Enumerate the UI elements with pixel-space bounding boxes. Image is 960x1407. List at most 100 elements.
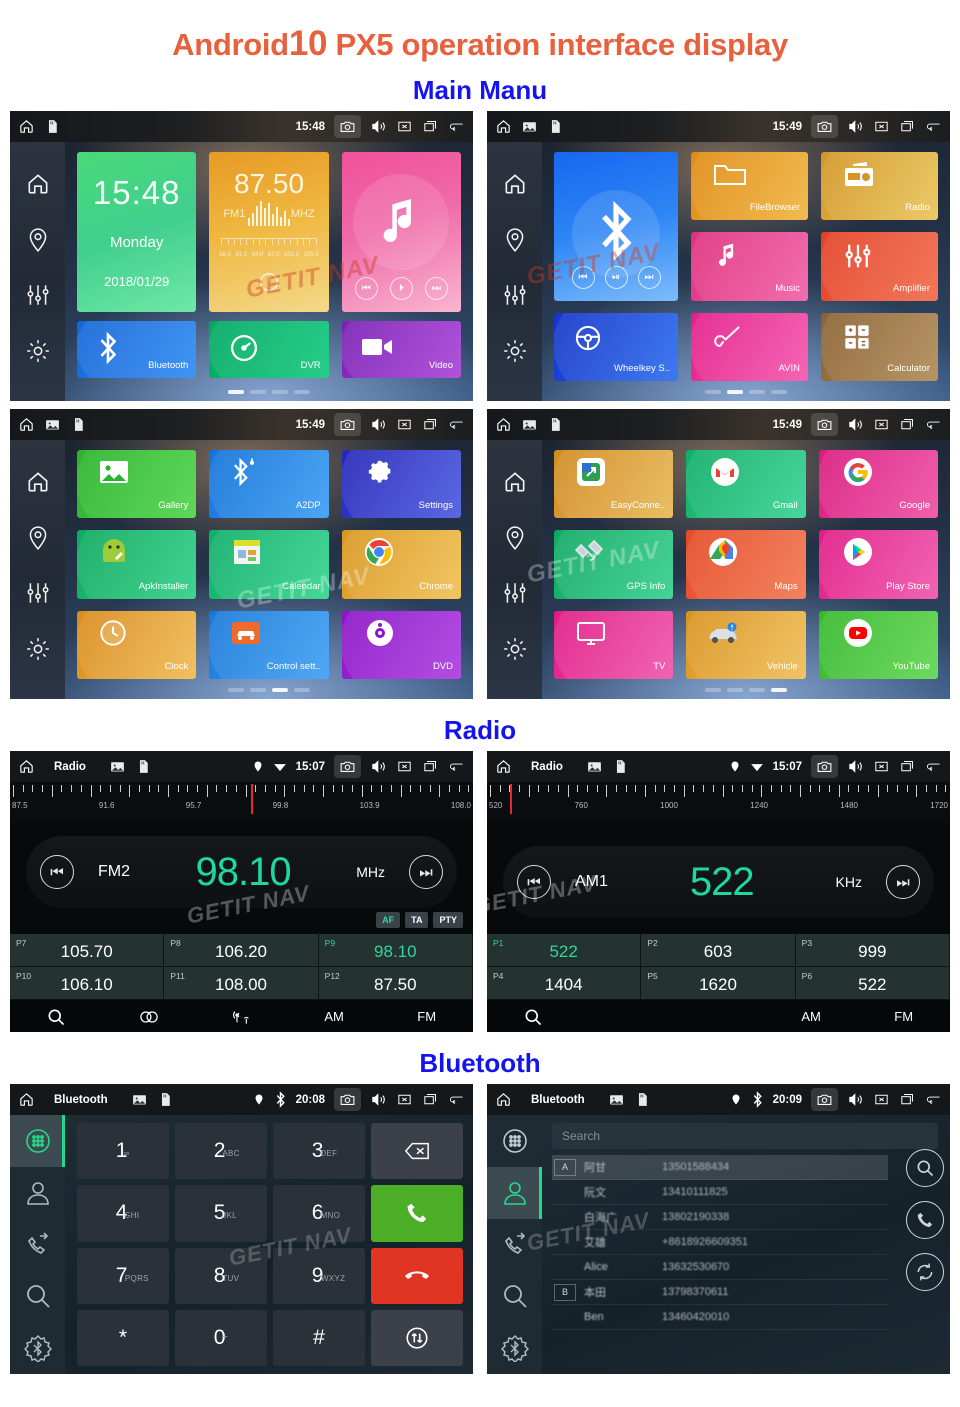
recents-icon[interactable] (899, 118, 916, 135)
volume-icon[interactable] (847, 118, 864, 135)
page-dot[interactable] (294, 688, 310, 692)
location-pin-icon[interactable] (25, 227, 51, 253)
radio-band[interactable]: AM1 (575, 873, 608, 891)
next-button[interactable]: ⏭ (424, 277, 448, 300)
back-arrow-icon[interactable] (925, 118, 942, 135)
preset-cell[interactable]: P12 87.50 (318, 967, 473, 1000)
close-box-icon[interactable] (396, 758, 413, 775)
key-0[interactable]: 0 + (175, 1309, 267, 1366)
transfer-audio-icon[interactable] (371, 1309, 463, 1366)
key-5[interactable]: 5 JKL (175, 1185, 267, 1242)
contact-row[interactable]: B 本田 13798370611 (552, 1280, 888, 1305)
camera-icon[interactable] (811, 755, 838, 778)
camera-icon[interactable] (334, 1088, 361, 1111)
power-icon[interactable] (209, 271, 328, 298)
volume-icon[interactable] (370, 118, 387, 135)
call-answer-icon[interactable] (371, 1185, 463, 1242)
tile-vehicle[interactable]: Vehicle (686, 610, 806, 679)
rds-af-button[interactable]: AF (376, 912, 401, 928)
bt-tab-dialpad[interactable] (10, 1115, 65, 1167)
tile-bluetooth[interactable]: Bluetooth (77, 321, 197, 378)
close-box-icon[interactable] (873, 1091, 890, 1108)
home-icon[interactable] (502, 469, 528, 495)
page-dot[interactable] (272, 688, 288, 692)
tile-play-store[interactable]: Play Store (818, 530, 938, 599)
page-dot[interactable] (228, 390, 244, 394)
close-box-icon[interactable] (396, 1091, 413, 1108)
key-9[interactable]: 9 WXYZ (273, 1247, 365, 1304)
recents-icon[interactable] (422, 1091, 439, 1108)
camera-icon[interactable] (334, 413, 361, 436)
tile-maps[interactable]: Maps (686, 530, 806, 599)
key-4[interactable]: 4 GHI (77, 1185, 169, 1242)
bt-tab-call-log[interactable] (487, 1219, 542, 1271)
prev-button[interactable]: ⏮ (571, 265, 595, 289)
preset-cell[interactable]: P4 1404 (487, 967, 642, 1000)
fm-button[interactable]: FM (380, 1009, 473, 1024)
location-pin-icon[interactable] (25, 525, 51, 551)
search-icon[interactable] (10, 1007, 103, 1027)
tile-youtube[interactable]: YouTube (818, 610, 938, 679)
home-icon[interactable] (25, 171, 51, 197)
camera-icon[interactable] (334, 755, 361, 778)
page-dot[interactable] (294, 390, 310, 394)
close-box-icon[interactable] (396, 118, 413, 135)
back-arrow-icon[interactable] (448, 1091, 465, 1108)
search-input[interactable]: Search (552, 1123, 938, 1149)
gear-icon[interactable] (502, 338, 528, 364)
page-dot[interactable] (749, 390, 765, 394)
recents-icon[interactable] (899, 1091, 916, 1108)
preset-cell[interactable]: P2 603 (641, 934, 796, 967)
sliders-icon[interactable] (502, 282, 528, 308)
page-dot[interactable] (727, 688, 743, 692)
tile-settings[interactable]: Settings (341, 450, 461, 519)
rds-pty-button[interactable]: PTY (433, 912, 463, 928)
fm-button[interactable]: FM (857, 1009, 950, 1024)
back-arrow-icon[interactable] (448, 416, 465, 433)
tuning-scale[interactable]: 87.5 91.6 95.7 99.8 103.9 108.0 (10, 782, 473, 822)
close-box-icon[interactable] (873, 118, 890, 135)
bt-tab-contacts[interactable] (10, 1167, 65, 1219)
search-icon[interactable] (487, 1007, 580, 1027)
next-station-button[interactable]: ⏭ (886, 865, 920, 899)
page-dot[interactable] (250, 688, 266, 692)
music-widget[interactable]: ⏮ ⏵ ⏭ (341, 152, 461, 312)
camera-icon[interactable] (811, 413, 838, 436)
bt-tab-search[interactable] (487, 1270, 542, 1322)
tile-avin[interactable]: AVIN (691, 312, 808, 381)
contact-row[interactable]: A 阿甘 13501588434 (552, 1155, 888, 1180)
recents-icon[interactable] (899, 416, 916, 433)
page-dot[interactable] (727, 390, 743, 394)
tile-control-settings[interactable]: Control sett.. (209, 610, 329, 679)
am-button[interactable]: AM (288, 1009, 381, 1024)
sliders-icon[interactable] (502, 580, 528, 606)
prev-button[interactable]: ⏮ (354, 277, 378, 300)
key-6[interactable]: 6 MNO (273, 1185, 365, 1242)
key-8[interactable]: 8 TUV (175, 1247, 267, 1304)
key-1[interactable]: 1 ∞ (77, 1123, 169, 1180)
contact-row[interactable]: Ben 13460420010 (552, 1305, 888, 1330)
bt-tab-call-log[interactable] (10, 1219, 65, 1271)
tile-music[interactable]: Music (691, 232, 808, 301)
bt-tab-contacts[interactable] (487, 1166, 542, 1219)
back-arrow-icon[interactable] (925, 416, 942, 433)
volume-icon[interactable] (370, 416, 387, 433)
page-dot[interactable] (705, 688, 721, 692)
page-dot[interactable] (749, 688, 765, 692)
tile-wheelkey[interactable]: Wheelkey S.. (554, 312, 678, 381)
location-pin-icon[interactable] (502, 525, 528, 551)
next-button[interactable]: ⏭ (637, 265, 661, 289)
key-2[interactable]: 2 ABC (175, 1123, 267, 1180)
preset-cell[interactable]: P3 999 (795, 934, 950, 967)
page-dot[interactable] (705, 390, 721, 394)
tile-radio[interactable]: Radio (821, 152, 938, 221)
tile-gps-info[interactable]: GPS Info (554, 530, 674, 599)
tile-calculator[interactable]: Calculator (821, 312, 938, 381)
home-icon[interactable] (18, 758, 35, 775)
tile-filebrowser[interactable]: FileBrowser (691, 152, 808, 221)
recents-icon[interactable] (422, 118, 439, 135)
gear-icon[interactable] (25, 338, 51, 364)
tile-calendar[interactable]: Calendar (209, 530, 329, 599)
page-dot[interactable] (250, 390, 266, 394)
location-pin-icon[interactable] (502, 227, 528, 253)
